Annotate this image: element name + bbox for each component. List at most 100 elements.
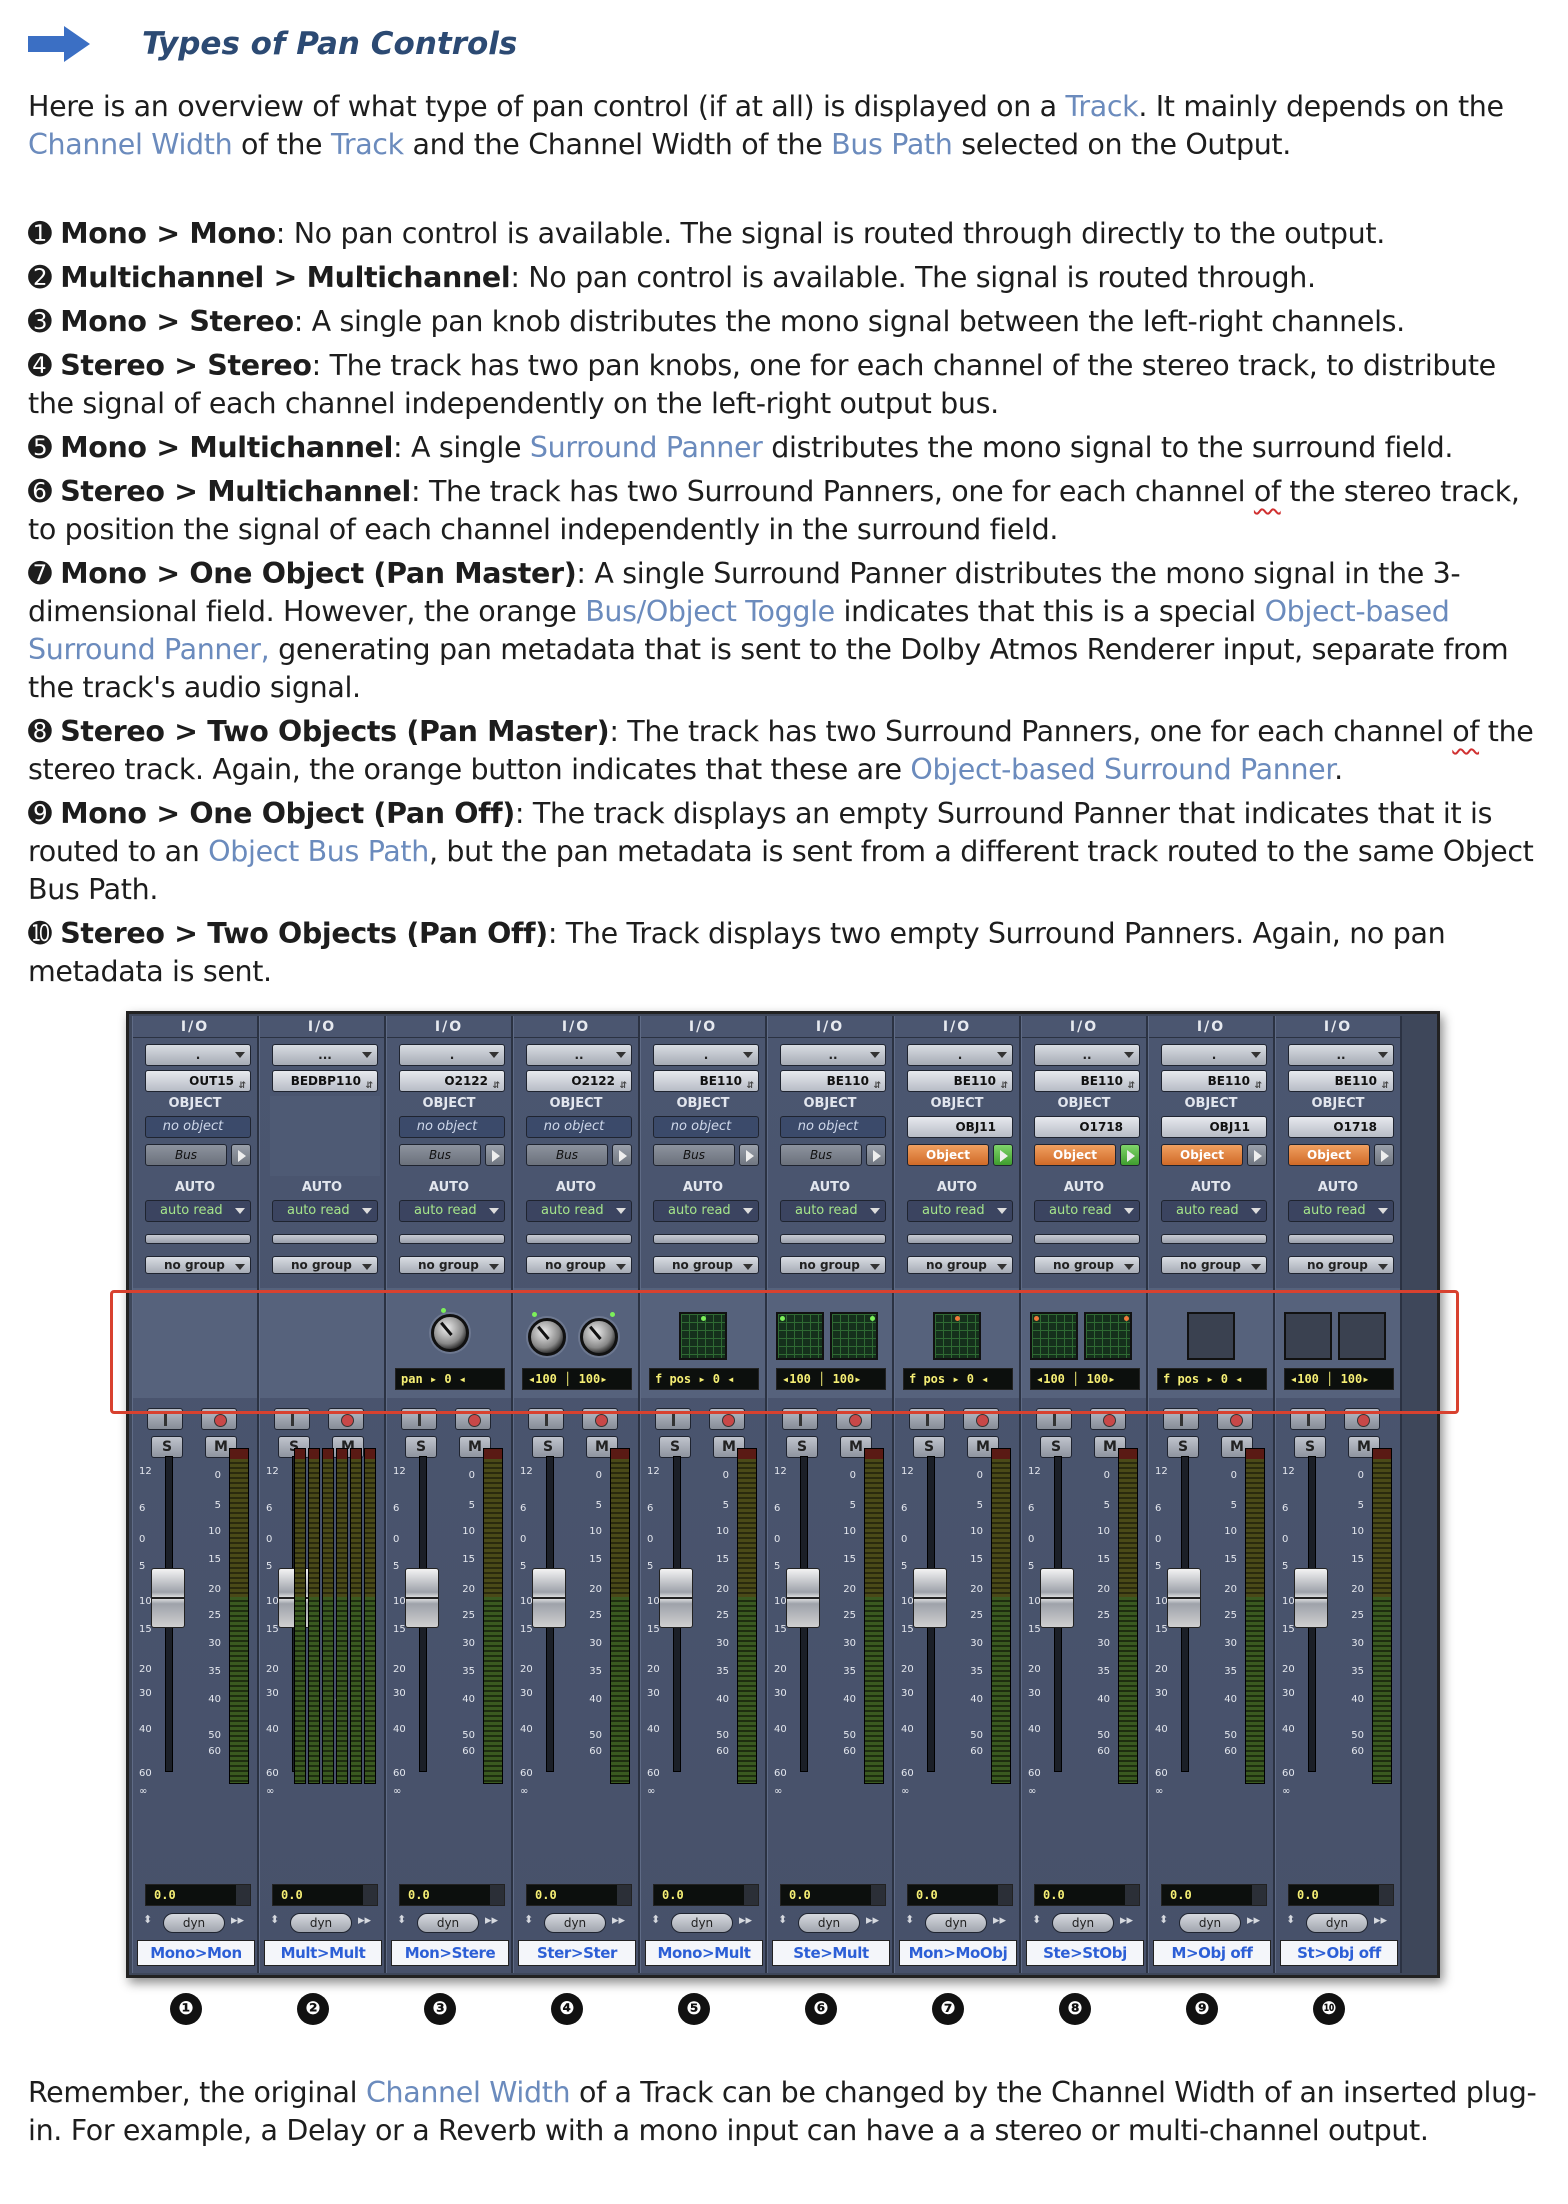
automation-mode-selector[interactable]: auto read <box>1161 1200 1267 1222</box>
output-selector[interactable]: BE110 ⇵ <box>907 1070 1013 1092</box>
track-name[interactable]: Mono>Mult <box>645 1940 763 1966</box>
track-name[interactable]: Ster>Ster <box>518 1940 636 1966</box>
dyn-button[interactable]: dyn <box>1179 1913 1241 1933</box>
play-icon[interactable] <box>612 1144 632 1166</box>
solo-button[interactable]: S <box>1040 1436 1072 1458</box>
output-selector[interactable]: BE110 ⇵ <box>780 1070 886 1092</box>
solo-button[interactable]: S <box>1294 1436 1326 1458</box>
track-name[interactable]: Mon>MoObj <box>899 1940 1017 1966</box>
object-selector[interactable]: OBJ11 <box>1161 1116 1267 1138</box>
group-selector[interactable]: no group <box>145 1256 251 1274</box>
solo-button[interactable]: S <box>1167 1436 1199 1458</box>
object-selector[interactable]: no object <box>399 1116 505 1138</box>
automation-mode-selector[interactable]: auto read <box>1288 1200 1394 1222</box>
dyn-button[interactable]: dyn <box>1052 1913 1114 1933</box>
volume-readout[interactable]: 0.0 <box>272 1884 378 1906</box>
output-selector[interactable]: OUT15 ⇵ <box>145 1070 251 1092</box>
dyn-button[interactable]: dyn <box>163 1913 225 1933</box>
output-selector[interactable]: O2122 ⇵ <box>526 1070 632 1092</box>
volume-fader[interactable] <box>659 1568 693 1628</box>
volume-fader[interactable] <box>1040 1568 1074 1628</box>
object-selector[interactable]: O1718 <box>1288 1116 1394 1138</box>
dyn-button[interactable]: dyn <box>290 1913 352 1933</box>
volume-readout[interactable]: 0.0 <box>780 1884 886 1906</box>
link-channel-width[interactable]: Channel Width <box>28 128 233 161</box>
group-selector[interactable]: no group <box>780 1256 886 1274</box>
object-selector[interactable]: no object <box>145 1116 251 1138</box>
bus-object-toggle[interactable]: Bus <box>653 1144 735 1166</box>
track-name[interactable]: Mono>Mon <box>137 1940 255 1966</box>
track-name[interactable]: Ste>StObj <box>1026 1940 1144 1966</box>
input-selector[interactable]: . <box>1161 1044 1267 1066</box>
group-selector[interactable]: no group <box>526 1256 632 1274</box>
volume-readout[interactable]: 0.0 <box>1161 1884 1267 1906</box>
output-selector[interactable]: BE110 ⇵ <box>1034 1070 1140 1092</box>
play-icon[interactable] <box>231 1144 251 1166</box>
object-selector[interactable]: OBJ11 <box>907 1116 1013 1138</box>
track-name[interactable]: St>Obj off <box>1280 1940 1398 1966</box>
solo-button[interactable]: S <box>151 1436 183 1458</box>
track-name[interactable]: Ste>Mult <box>772 1940 890 1966</box>
input-selector[interactable]: . <box>399 1044 505 1066</box>
output-selector[interactable]: BEDBP110 ⇵ <box>272 1070 378 1092</box>
output-selector[interactable]: O2122 ⇵ <box>399 1070 505 1092</box>
group-selector[interactable]: no group <box>653 1256 759 1274</box>
track-name[interactable]: M>Obj off <box>1153 1940 1271 1966</box>
volume-readout[interactable]: 0.0 <box>399 1884 505 1906</box>
bus-object-toggle[interactable]: Object <box>1288 1144 1370 1166</box>
volume-readout[interactable]: 0.0 <box>526 1884 632 1906</box>
play-icon[interactable] <box>485 1144 505 1166</box>
link-bus-path[interactable]: Bus Path <box>831 128 953 161</box>
link-track-2[interactable]: Track <box>331 128 404 161</box>
automation-mode-selector[interactable]: auto read <box>780 1200 886 1222</box>
dyn-button[interactable]: dyn <box>544 1913 606 1933</box>
input-selector[interactable]: . <box>145 1044 251 1066</box>
automation-mode-selector[interactable]: auto read <box>653 1200 759 1222</box>
bus-object-toggle[interactable]: Bus <box>145 1144 227 1166</box>
automation-mode-selector[interactable]: auto read <box>1034 1200 1140 1222</box>
object-selector[interactable]: O1718 <box>1034 1116 1140 1138</box>
dyn-button[interactable]: dyn <box>798 1913 860 1933</box>
group-selector[interactable]: no group <box>907 1256 1013 1274</box>
dyn-button[interactable]: dyn <box>417 1913 479 1933</box>
volume-fader[interactable] <box>913 1568 947 1628</box>
bus-object-toggle[interactable]: Bus <box>399 1144 481 1166</box>
automation-mode-selector[interactable]: auto read <box>526 1200 632 1222</box>
volume-fader[interactable] <box>532 1568 566 1628</box>
input-selector[interactable]: .. <box>1288 1044 1394 1066</box>
dyn-button[interactable]: dyn <box>925 1913 987 1933</box>
solo-button[interactable]: S <box>659 1436 691 1458</box>
volume-readout[interactable]: 0.0 <box>907 1884 1013 1906</box>
input-selector[interactable]: ... <box>272 1044 378 1066</box>
volume-readout[interactable]: 0.0 <box>1288 1884 1394 1906</box>
object-selector[interactable]: no object <box>653 1116 759 1138</box>
automation-mode-selector[interactable]: auto read <box>907 1200 1013 1222</box>
link-object-bus-path[interactable]: Object Bus Path <box>208 835 429 868</box>
volume-fader[interactable] <box>1294 1568 1328 1628</box>
input-selector[interactable]: . <box>653 1044 759 1066</box>
track-name[interactable]: Mon>Stere <box>391 1940 509 1966</box>
dyn-button[interactable]: dyn <box>671 1913 733 1933</box>
bus-object-toggle[interactable]: Bus <box>780 1144 862 1166</box>
volume-fader[interactable] <box>786 1568 820 1628</box>
solo-button[interactable]: S <box>786 1436 818 1458</box>
link-channel-width-2[interactable]: Channel Width <box>366 2076 571 2109</box>
output-selector[interactable]: BE110 ⇵ <box>1288 1070 1394 1092</box>
volume-fader[interactable] <box>1167 1568 1201 1628</box>
bus-object-toggle[interactable]: Object <box>1034 1144 1116 1166</box>
link-surround-panner[interactable]: Surround Panner <box>530 431 763 464</box>
object-selector[interactable]: no object <box>526 1116 632 1138</box>
play-icon[interactable] <box>993 1144 1013 1166</box>
input-selector[interactable]: .. <box>780 1044 886 1066</box>
output-selector[interactable]: BE110 ⇵ <box>1161 1070 1267 1092</box>
output-selector[interactable]: BE110 ⇵ <box>653 1070 759 1092</box>
automation-mode-selector[interactable]: auto read <box>272 1200 378 1222</box>
link-object-based-surround-panner-2[interactable]: Object-based Surround Panner <box>910 753 1334 786</box>
bus-object-toggle[interactable]: Object <box>1161 1144 1243 1166</box>
play-icon[interactable] <box>1374 1144 1394 1166</box>
dyn-button[interactable]: dyn <box>1306 1913 1368 1933</box>
input-selector[interactable]: .. <box>526 1044 632 1066</box>
play-icon[interactable] <box>1120 1144 1140 1166</box>
volume-readout[interactable]: 0.0 <box>1034 1884 1140 1906</box>
volume-fader[interactable] <box>151 1568 185 1628</box>
